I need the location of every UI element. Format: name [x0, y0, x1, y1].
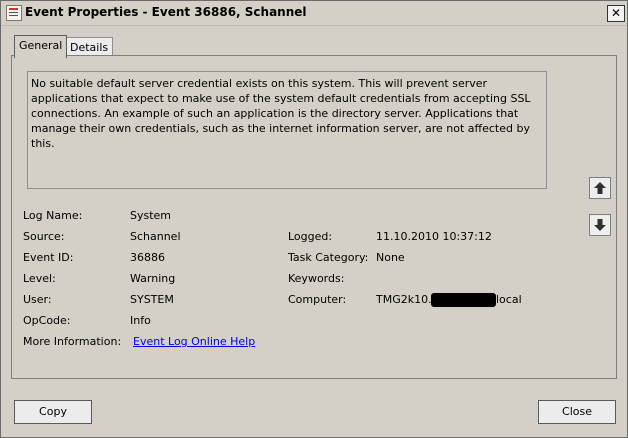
more-information-label: More Information: — [23, 335, 122, 348]
logged-label: Logged: — [288, 230, 333, 243]
logged-value[interactable]: 11.10.2010 10:37:12 — [376, 230, 492, 243]
task-category-label: Task Category: — [288, 251, 369, 264]
event-properties-window: Event Properties - Event 36886, Schannel… — [0, 0, 628, 438]
next-event-button[interactable] — [589, 214, 611, 236]
close-window-button[interactable]: ✕ — [607, 5, 625, 22]
keywords-label: Keywords: — [288, 272, 345, 285]
copy-button-label: Copy — [39, 405, 67, 418]
title-bar[interactable]: Event Properties - Event 36886, Schannel… — [1, 1, 627, 26]
computer-value-prefix[interactable]: TMG2k10. — [376, 293, 432, 306]
redaction-bar — [431, 293, 496, 307]
level-label: Level: — [23, 272, 56, 285]
event-log-online-help-link[interactable]: Event Log Online Help — [133, 335, 255, 348]
level-value[interactable]: Warning — [130, 272, 175, 285]
computer-label: Computer: — [288, 293, 347, 306]
general-panel: No suitable default server credential ex… — [11, 55, 617, 379]
event-id-label: Event ID: — [23, 251, 74, 264]
opcode-value[interactable]: Info — [130, 314, 151, 327]
previous-event-button[interactable] — [589, 177, 611, 199]
window-title: Event Properties - Event 36886, Schannel — [25, 5, 307, 19]
event-id-value[interactable]: 36886 — [130, 251, 165, 264]
user-value[interactable]: SYSTEM — [130, 293, 174, 306]
source-value[interactable]: Schannel — [130, 230, 181, 243]
event-description[interactable]: No suitable default server credential ex… — [27, 71, 547, 189]
close-button[interactable]: Close — [538, 400, 616, 424]
close-button-label: Close — [562, 405, 592, 418]
tab-general[interactable]: General — [14, 35, 68, 58]
source-label: Source: — [23, 230, 65, 243]
computer-value-suffix[interactable]: local — [496, 293, 522, 306]
event-viewer-icon — [6, 5, 22, 21]
arrow-up-icon — [594, 182, 606, 194]
close-icon: ✕ — [610, 6, 622, 20]
arrow-down-icon — [594, 219, 606, 231]
log-name-value[interactable]: System — [130, 209, 171, 222]
opcode-label: OpCode: — [23, 314, 71, 327]
tab-general-label: General — [19, 39, 63, 52]
tab-details-label: Details — [70, 41, 109, 54]
log-name-label: Log Name: — [23, 209, 83, 222]
user-label: User: — [23, 293, 52, 306]
task-category-value[interactable]: None — [376, 251, 405, 264]
copy-button[interactable]: Copy — [14, 400, 92, 424]
